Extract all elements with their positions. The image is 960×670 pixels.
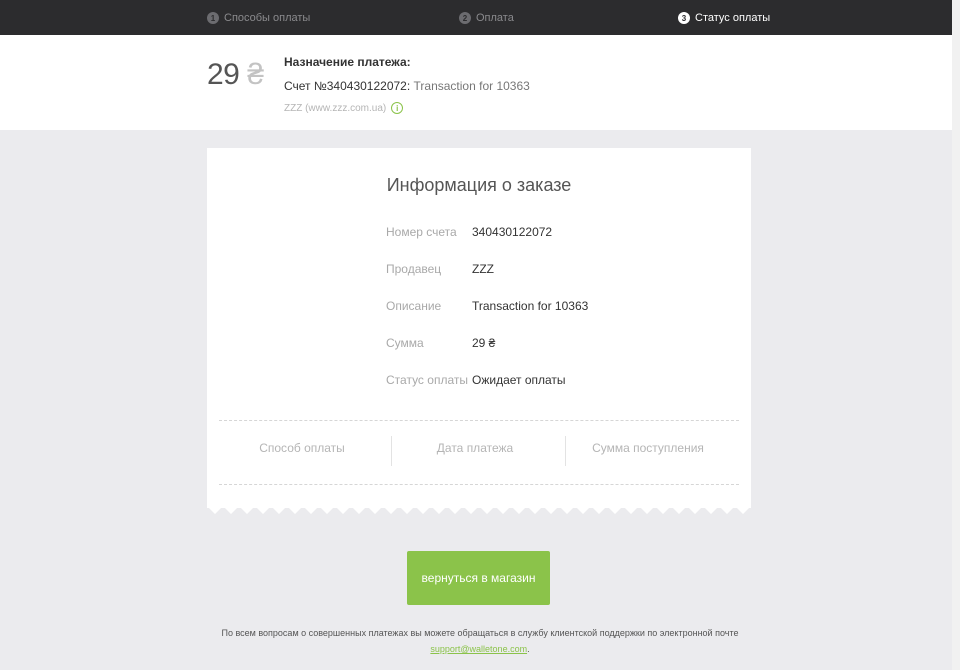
email-suffix: . bbox=[527, 644, 530, 654]
row-label: Сумма bbox=[386, 336, 424, 350]
support-email-line: support@walletone.com. bbox=[0, 644, 960, 654]
row-label: Статус оплаты bbox=[386, 373, 468, 387]
merchant-info: ZZZ (www.zzz.com.ua) i bbox=[284, 102, 404, 114]
scrollbar[interactable] bbox=[952, 0, 960, 670]
step-payment[interactable]: 2 Оплата bbox=[459, 10, 514, 26]
merchant-name: ZZZ (www.zzz.com.ua) bbox=[284, 102, 387, 114]
amount-value: 29 bbox=[207, 58, 240, 91]
receipt-zigzag-edge bbox=[207, 506, 751, 514]
step-label: Оплата bbox=[476, 12, 514, 24]
row-value: Ожидает оплаты bbox=[472, 373, 566, 387]
dashed-divider bbox=[219, 484, 739, 485]
order-info-card: Информация о заказе Номер счета 34043012… bbox=[207, 148, 751, 508]
step-number: 2 bbox=[459, 12, 471, 24]
step-bar: 1 Способы оплаты 2 Оплата 3 Статус оплат… bbox=[0, 0, 960, 35]
payment-amount: 29 ₴ bbox=[207, 58, 264, 92]
order-info-title: Информация о заказе bbox=[386, 175, 572, 195]
step-label: Способы оплаты bbox=[224, 12, 311, 24]
purpose-line: Счет №340430122072: Transaction for 1036… bbox=[284, 79, 530, 93]
step-payment-status: 3 Статус оплаты bbox=[678, 10, 770, 26]
row-value: 340430122072 bbox=[472, 225, 553, 239]
step-label: Статус оплаты bbox=[695, 12, 771, 24]
invoice-label: Счет №340430122072: bbox=[284, 79, 411, 93]
support-text: По всем вопросам о совершенных платежах … bbox=[221, 628, 739, 638]
currency-symbol: ₴ bbox=[247, 58, 264, 91]
row-value: 29 ₴ bbox=[472, 336, 496, 350]
step-number: 3 bbox=[678, 12, 690, 24]
column-payment-date: Дата платежа bbox=[436, 441, 514, 455]
purpose-title: Назначение платежа: bbox=[284, 55, 411, 69]
row-value: Transaction for 10363 bbox=[472, 299, 589, 313]
column-payment-method: Способ оплаты bbox=[259, 441, 345, 455]
invoice-description: Transaction for 10363 bbox=[410, 79, 530, 93]
return-to-shop-button[interactable]: вернуться в магазин bbox=[407, 551, 550, 605]
row-label: Описание bbox=[386, 299, 442, 313]
row-value: ZZZ bbox=[472, 262, 494, 276]
step-payment-methods[interactable]: 1 Способы оплаты bbox=[207, 10, 310, 26]
step-number: 1 bbox=[207, 12, 219, 24]
support-email-link[interactable]: support@walletone.com bbox=[430, 644, 527, 654]
row-label: Номер счета bbox=[386, 225, 457, 239]
column-received-sum: Сумма поступления bbox=[592, 441, 704, 455]
info-icon[interactable]: i bbox=[391, 102, 404, 114]
payment-header: 29 ₴ Назначение платежа: Счет №340430122… bbox=[0, 35, 960, 130]
row-label: Продавец bbox=[386, 262, 442, 276]
dashed-divider bbox=[219, 420, 739, 421]
